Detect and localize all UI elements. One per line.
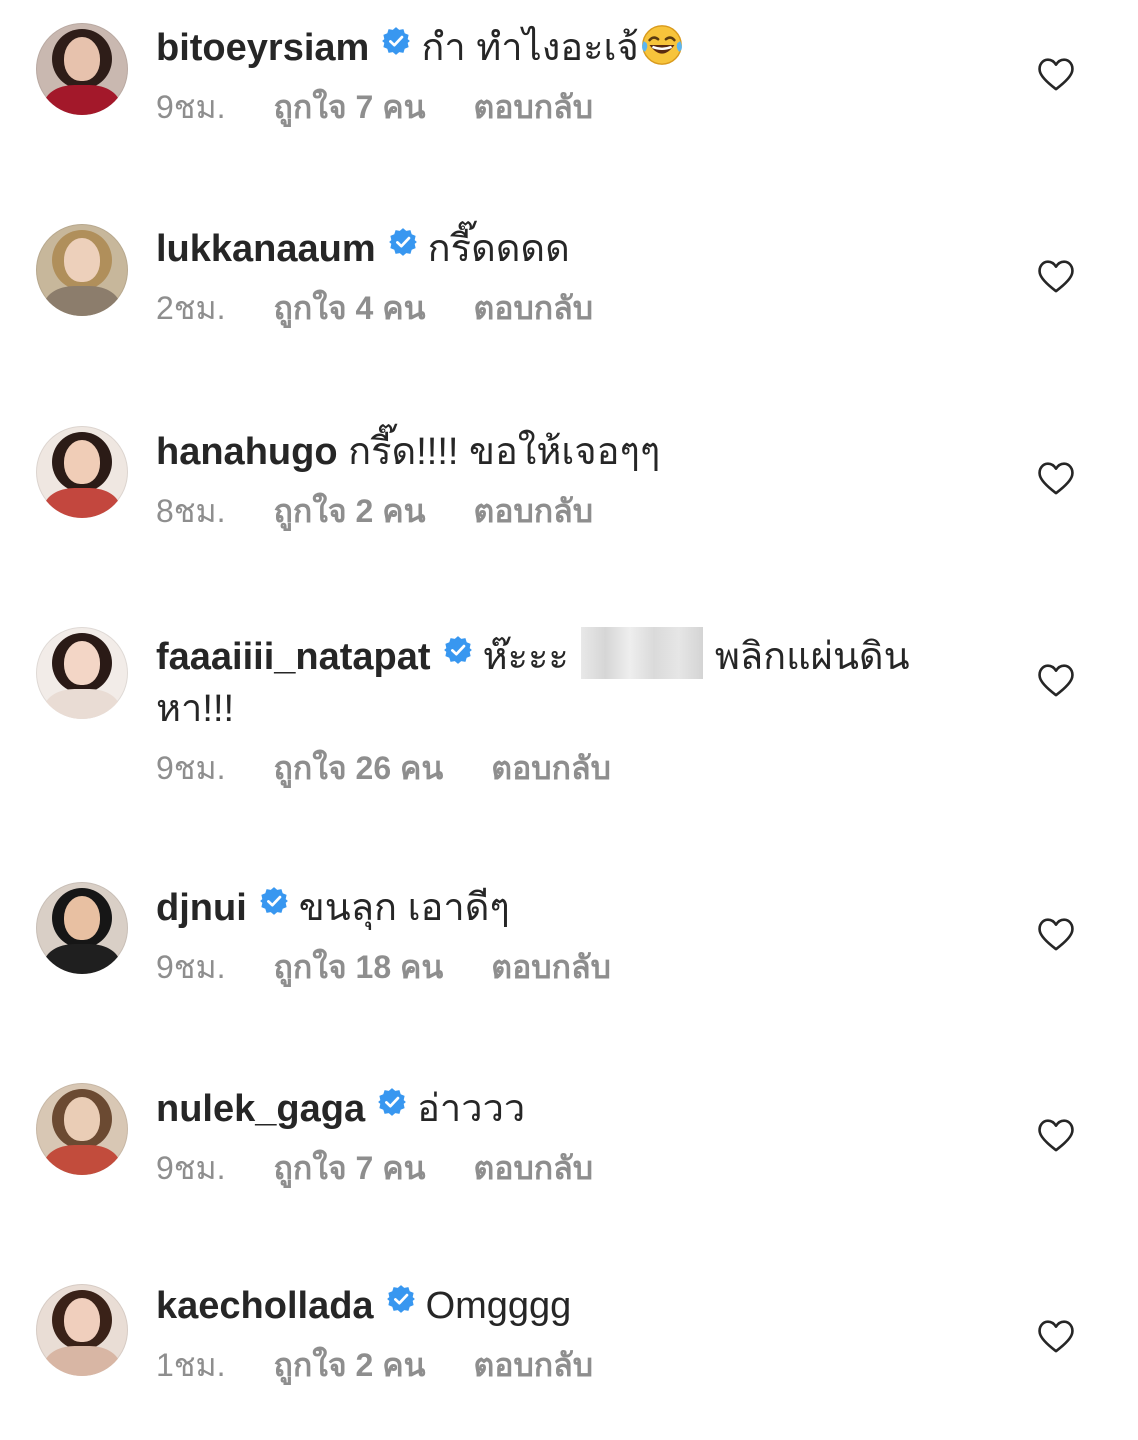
- comment-line: hanahugo กรี๊ด!!!! ขอให้เจอๆๆ: [156, 426, 956, 478]
- avatar[interactable]: [36, 882, 128, 974]
- comment-line: lukkanaaum กรี๊ดดดด: [156, 223, 956, 275]
- username[interactable]: lukkanaaum: [156, 228, 376, 270]
- likes-count[interactable]: ถูกใจ 2 คน: [274, 490, 426, 532]
- reply-button[interactable]: ตอบกลับ: [491, 747, 611, 789]
- comment-meta: 9ชม. ถูกใจ 18 คน ตอบกลับ: [156, 946, 956, 988]
- heart-icon[interactable]: [1036, 916, 1076, 952]
- avatar[interactable]: [36, 627, 128, 719]
- blurred-mention: [580, 627, 703, 679]
- verified-badge-icon: [388, 227, 418, 257]
- avatar[interactable]: [36, 1083, 128, 1175]
- likes-count[interactable]: ถูกใจ 7 คน: [274, 1147, 426, 1189]
- comment-time: 9ชม.: [156, 949, 226, 985]
- likes-count[interactable]: ถูกใจ 18 คน: [274, 946, 444, 988]
- heart-icon[interactable]: [1036, 258, 1076, 294]
- likes-count[interactable]: ถูกใจ 2 คน: [274, 1344, 426, 1386]
- comment-text: กรี๊ดดดด: [427, 228, 570, 270]
- reply-button[interactable]: ตอบกลับ: [491, 946, 611, 988]
- comment-meta: 1ชม. ถูกใจ 2 คน ตอบกลับ: [156, 1344, 956, 1386]
- comment-time: 9ชม.: [156, 750, 226, 786]
- verified-badge-icon: [386, 1284, 416, 1314]
- likes-count[interactable]: ถูกใจ 26 คน: [274, 747, 444, 789]
- comment-text: ขนลุก เอาดีๆ: [298, 887, 510, 929]
- heart-icon[interactable]: [1036, 662, 1076, 698]
- face-with-tears-of-joy-icon: [641, 25, 682, 65]
- likes-count[interactable]: ถูกใจ 4 คน: [274, 287, 426, 329]
- likes-count[interactable]: ถูกใจ 7 คน: [274, 86, 426, 128]
- comment-text: Omgggg: [425, 1285, 572, 1327]
- comment-time: 8ชม.: [156, 493, 226, 529]
- comment-time: 2ชม.: [156, 290, 226, 326]
- heart-icon[interactable]: [1036, 460, 1076, 496]
- username[interactable]: nulek_gaga: [156, 1088, 365, 1130]
- comment-text: ห๊ะะะ: [482, 636, 569, 678]
- username[interactable]: faaaiiii_natapat: [156, 636, 431, 678]
- comment-text: อ่าววว: [417, 1088, 526, 1130]
- reply-button[interactable]: ตอบกลับ: [473, 287, 593, 329]
- username[interactable]: hanahugo: [156, 431, 338, 473]
- comment-line: kaechollada Omgggg: [156, 1280, 956, 1332]
- reply-button[interactable]: ตอบกลับ: [473, 1147, 593, 1189]
- reply-button[interactable]: ตอบกลับ: [473, 86, 593, 128]
- comment-meta: 9ชม. ถูกใจ 7 คน ตอบกลับ: [156, 1147, 956, 1189]
- comment-line: faaaiiii_natapat ห๊ะะะ พลิกแผ่นดินหา!!!: [156, 627, 956, 735]
- avatar[interactable]: [36, 224, 128, 316]
- username[interactable]: kaechollada: [156, 1285, 374, 1327]
- verified-badge-icon: [377, 1087, 407, 1117]
- comment-line: djnui ขนลุก เอาดีๆ: [156, 882, 956, 934]
- heart-icon[interactable]: [1036, 1117, 1076, 1153]
- comment-meta: 2ชม. ถูกใจ 4 คน ตอบกลับ: [156, 287, 956, 329]
- comment-time: 9ชม.: [156, 89, 226, 125]
- reply-button[interactable]: ตอบกลับ: [473, 490, 593, 532]
- comment-line: bitoeyrsiam กำ ทำไงอะเจ้: [156, 22, 956, 74]
- heart-icon[interactable]: [1036, 1318, 1076, 1354]
- username[interactable]: djnui: [156, 887, 247, 929]
- comment-line: nulek_gaga อ่าววว: [156, 1083, 956, 1135]
- avatar[interactable]: [36, 1284, 128, 1376]
- username[interactable]: bitoeyrsiam: [156, 27, 369, 69]
- reply-button[interactable]: ตอบกลับ: [473, 1344, 593, 1386]
- comment-text: กำ ทำไงอะเจ้: [421, 27, 639, 69]
- comment-time: 9ชม.: [156, 1150, 226, 1186]
- comment-meta: 8ชม. ถูกใจ 2 คน ตอบกลับ: [156, 490, 956, 532]
- verified-badge-icon: [381, 26, 411, 56]
- verified-badge-icon: [443, 635, 473, 665]
- comment-time: 1ชม.: [156, 1347, 226, 1383]
- verified-badge-icon: [259, 886, 289, 916]
- comment-text: กรี๊ด!!!! ขอให้เจอๆๆ: [348, 431, 661, 473]
- avatar[interactable]: [36, 426, 128, 518]
- comment-meta: 9ชม. ถูกใจ 26 คน ตอบกลับ: [156, 747, 956, 789]
- comment-meta: 9ชม. ถูกใจ 7 คน ตอบกลับ: [156, 86, 956, 128]
- heart-icon[interactable]: [1036, 56, 1076, 92]
- avatar[interactable]: [36, 23, 128, 115]
